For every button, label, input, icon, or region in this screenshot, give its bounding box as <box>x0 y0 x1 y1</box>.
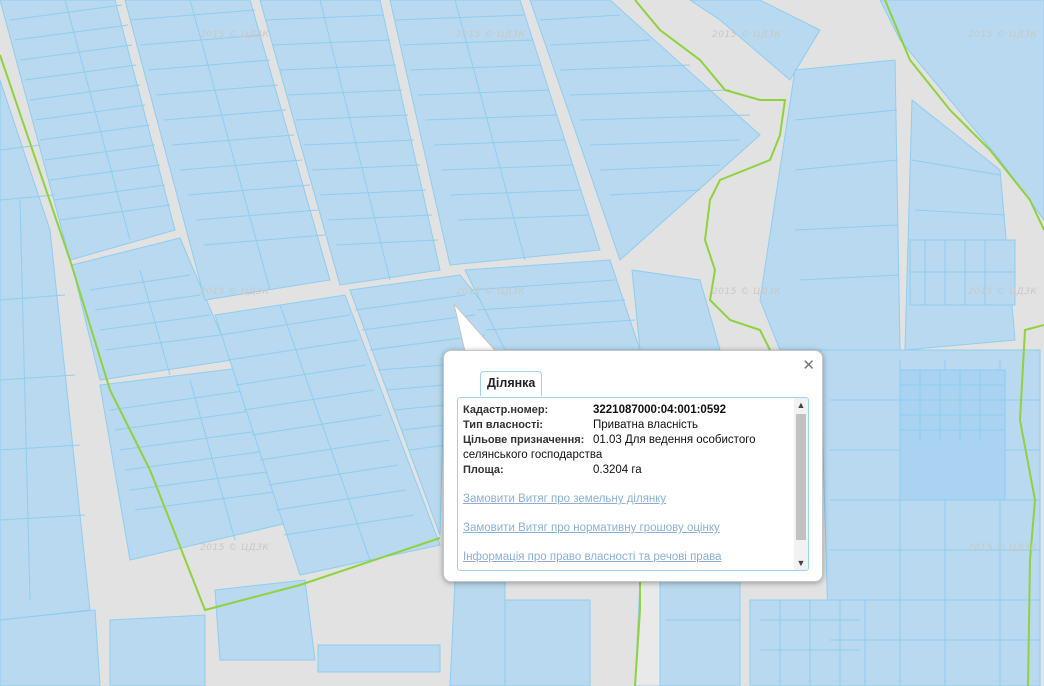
field-label: Тип власності: <box>463 419 544 431</box>
cadastral-number-value: 3221087000:04:001:0592 <box>593 404 727 416</box>
field-area: Площа: 0.3204 га <box>463 463 791 478</box>
ownership-type-value: Приватна власність <box>593 419 699 431</box>
scrollbar-thumb[interactable] <box>796 414 806 540</box>
scroll-up-icon[interactable]: ▲ <box>794 398 808 412</box>
watermark: 2015 © ЦДЗК <box>712 287 782 297</box>
cadastral-map[interactable] <box>0 0 1044 686</box>
scrollbar[interactable]: ▲ ▼ <box>794 398 808 570</box>
field-purpose: Цільове призначення: 01.03 Для ведення о… <box>463 433 791 448</box>
field-label: Цільове призначення: <box>463 434 585 446</box>
order-valuation-extract-link[interactable]: Замовити Витяг про нормативну грошову оц… <box>463 521 791 535</box>
field-label: Площа: <box>463 464 504 476</box>
parcel-details-panel: Кадастр.номер: 3221087000:04:001:0592 Ти… <box>457 397 809 571</box>
field-label: Кадастр.номер: <box>463 404 549 416</box>
watermark: 2015 © ЦДЗК <box>712 30 782 40</box>
watermark: 2015 © ЦДЗК <box>456 30 526 40</box>
parcel-details-content: Кадастр.номер: 3221087000:04:001:0592 Ти… <box>463 403 791 570</box>
parcel-info-popup: ✕ Ділянка Кадастр.номер: 3221087000:04:0… <box>443 350 823 582</box>
area-value: 0.3204 га <box>593 464 642 476</box>
field-ownership-type: Тип власності: Приватна власність <box>463 418 791 433</box>
scroll-down-icon[interactable]: ▼ <box>794 556 808 570</box>
purpose-value-continued: селянського господарства <box>463 449 603 461</box>
field-cadastral-number: Кадастр.номер: 3221087000:04:001:0592 <box>463 403 791 418</box>
ownership-rights-info-link[interactable]: Інформація про право власності та речові… <box>463 550 791 564</box>
watermark: 2015 © ЦДЗК <box>456 287 526 297</box>
watermark: 2015 © ЦДЗК <box>200 287 270 297</box>
parcel-links: Замовити Витяг про земельну ділянку Замо… <box>463 492 791 564</box>
order-land-extract-link[interactable]: Замовити Витяг про земельну ділянку <box>463 492 791 506</box>
purpose-value: 01.03 Для ведення особистого <box>593 434 756 446</box>
close-icon[interactable]: ✕ <box>802 357 815 373</box>
watermark: 2015 © ЦДЗК <box>968 287 1038 297</box>
watermark: 2015 © ЦДЗК <box>200 30 270 40</box>
watermark: 2015 © ЦДЗК <box>200 543 270 553</box>
watermark: 2015 © ЦДЗК <box>968 543 1038 553</box>
watermark: 2015 © ЦДЗК <box>968 30 1038 40</box>
tab-parcel[interactable]: Ділянка <box>480 371 543 396</box>
